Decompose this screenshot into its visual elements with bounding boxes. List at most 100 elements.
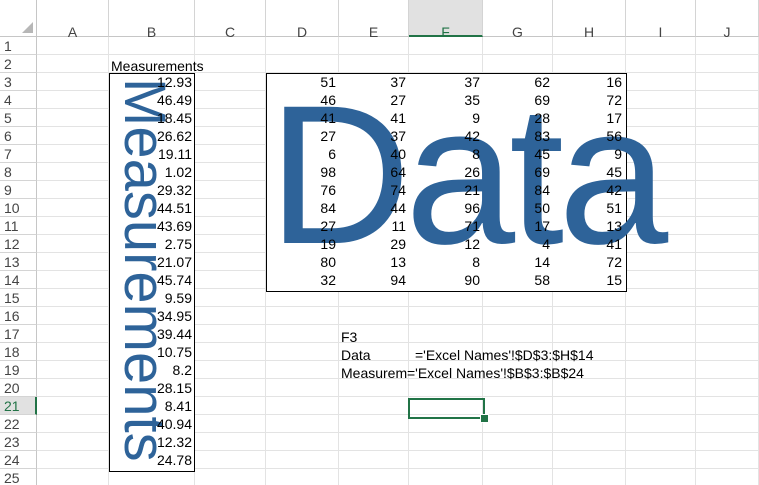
column-header-I[interactable]: I [626,0,696,40]
measurement-cell[interactable]: 44.51 [110,199,192,217]
measurement-cell[interactable]: 43.69 [110,217,192,235]
data-cell[interactable]: 40 [339,145,406,163]
data-cell[interactable]: 71 [409,217,480,235]
row-header-25[interactable]: 25 [0,469,37,485]
data-cell[interactable]: 27 [339,91,406,109]
data-cell[interactable]: 96 [409,199,480,217]
data-cell[interactable]: 8 [409,253,480,271]
row-header-13[interactable]: 13 [0,253,37,271]
data-cell[interactable]: 12 [409,235,480,253]
data-cell[interactable]: 72 [553,253,622,271]
data-cell[interactable]: 11 [339,217,406,235]
data-cell[interactable]: 90 [409,271,480,289]
row-header-1[interactable]: 1 [0,37,37,55]
row-header-3[interactable]: 3 [0,73,37,91]
data-cell[interactable]: 42 [553,181,622,199]
measurement-cell[interactable]: 24.78 [110,451,192,469]
row-header-21[interactable]: 21 [0,397,37,415]
data-cell[interactable]: 69 [483,163,550,181]
data-cell[interactable]: 80 [266,253,336,271]
column-header-B[interactable]: B [109,0,195,40]
data-cell[interactable]: 50 [483,199,550,217]
data-cell[interactable]: 84 [483,181,550,199]
data-cell[interactable]: 21 [409,181,480,199]
data-cell[interactable]: 41 [553,235,622,253]
measurement-cell[interactable]: 12.93 [110,73,192,91]
data-cell[interactable]: 69 [483,91,550,109]
row-header-10[interactable]: 10 [0,199,37,217]
row-header-11[interactable]: 11 [0,217,37,235]
measurement-cell[interactable]: 19.11 [110,145,192,163]
column-header-G[interactable]: G [483,0,553,40]
data-cell[interactable]: 28 [483,109,550,127]
row-header-12[interactable]: 12 [0,235,37,253]
column-header-A[interactable]: A [37,0,109,40]
row-header-19[interactable]: 19 [0,361,37,379]
measurement-cell[interactable]: 26.62 [110,127,192,145]
data-cell[interactable]: 51 [553,199,622,217]
data-cell[interactable]: 94 [339,271,406,289]
data-cell[interactable]: 58 [483,271,550,289]
data-cell[interactable]: 14 [483,253,550,271]
data-cell[interactable]: 26 [409,163,480,181]
data-cell[interactable]: 37 [339,127,406,145]
spreadsheet-grid[interactable]: ABCDEFGHIJ 1 2 3 4 5 6 7 8 9 10 11 12 13 14 15 16 17 18 19… [0,0,759,485]
measurement-cell[interactable]: 12.32 [110,433,192,451]
data-cell[interactable]: 37 [339,73,406,91]
row-header-16[interactable]: 16 [0,307,37,325]
row-header-20[interactable]: 20 [0,379,37,397]
measurement-cell[interactable]: 8.41 [110,397,192,415]
row-header-8[interactable]: 8 [0,163,37,181]
column-header-J[interactable]: J [696,0,759,40]
data-cell[interactable]: 51 [266,73,336,91]
row-header-18[interactable]: 18 [0,343,37,361]
data-cell[interactable]: 41 [266,109,336,127]
column-header-H[interactable]: H [553,0,626,40]
data-cell[interactable]: 13 [553,217,622,235]
column-header-D[interactable]: D [266,0,339,40]
data-cell[interactable]: 27 [266,127,336,145]
measurement-cell[interactable]: 40.94 [110,415,192,433]
data-cell[interactable]: 17 [553,109,622,127]
fill-handle[interactable] [480,414,489,423]
data-cell[interactable]: 6 [266,145,336,163]
data-cell[interactable]: 4 [483,235,550,253]
row-header-24[interactable]: 24 [0,451,37,469]
measurement-cell[interactable]: 21.07 [110,253,192,271]
data-cell[interactable]: 74 [339,181,406,199]
data-cell[interactable]: 17 [483,217,550,235]
data-cell[interactable]: 41 [339,109,406,127]
row-header-17[interactable]: 17 [0,325,37,343]
column-header-F[interactable]: F [409,0,483,40]
data-cell[interactable]: 27 [266,217,336,235]
measurement-cell[interactable]: 1.02 [110,163,192,181]
data-cell[interactable]: 64 [339,163,406,181]
row-header-15[interactable]: 15 [0,289,37,307]
data-cell[interactable]: 72 [553,91,622,109]
measurement-cell[interactable]: 45.74 [110,271,192,289]
data-cell[interactable]: 46 [266,91,336,109]
data-cell[interactable]: 9 [553,145,622,163]
measurement-cell[interactable]: 34.95 [110,307,192,325]
measurement-cell[interactable]: 8.2 [110,361,192,379]
row-header-2[interactable]: 2 [0,55,37,73]
data-cell[interactable]: 42 [409,127,480,145]
row-header-14[interactable]: 14 [0,271,37,289]
data-cell[interactable]: 84 [266,199,336,217]
data-cell[interactable]: 15 [553,271,622,289]
measurement-cell[interactable]: 2.75 [110,235,192,253]
data-cell[interactable]: 37 [409,73,480,91]
active-cell-f21[interactable] [408,398,485,419]
measurement-cell[interactable]: 9.59 [110,289,192,307]
measurement-cell[interactable]: 46.49 [110,91,192,109]
measurement-cell[interactable]: 18.45 [110,109,192,127]
data-cell[interactable]: 76 [266,181,336,199]
data-cell[interactable]: 45 [483,145,550,163]
row-header-9[interactable]: 9 [0,181,37,199]
measurement-cell[interactable]: 10.75 [110,343,192,361]
data-cell[interactable]: 16 [553,73,622,91]
row-header-6[interactable]: 6 [0,127,37,145]
data-cell[interactable]: 45 [553,163,622,181]
row-header-4[interactable]: 4 [0,91,37,109]
row-header-23[interactable]: 23 [0,433,37,451]
